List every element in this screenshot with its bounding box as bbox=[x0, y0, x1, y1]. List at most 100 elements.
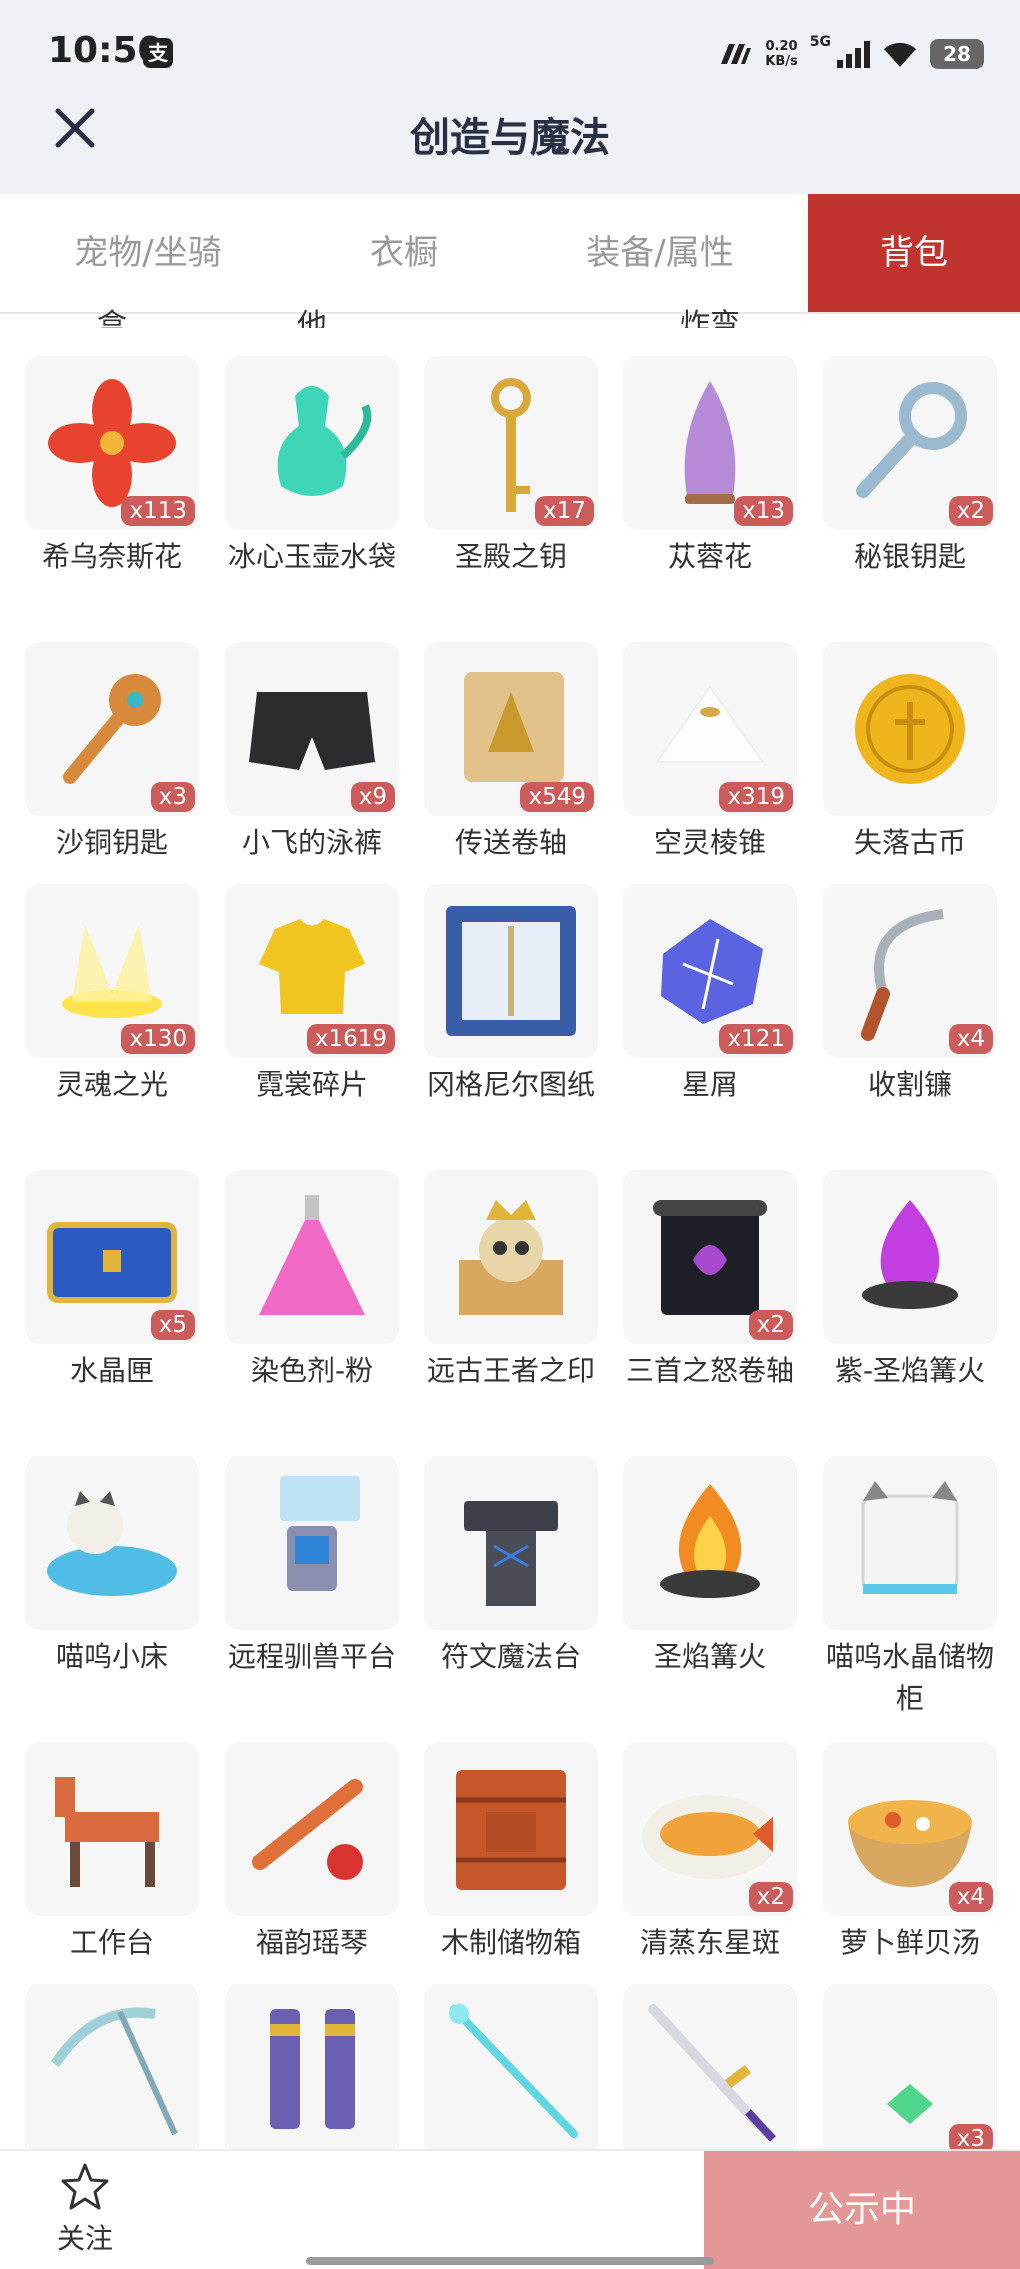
item-name: 圣殿之钥 bbox=[454, 540, 567, 573]
item-tile: x9 bbox=[225, 642, 399, 816]
cat-cabinet-icon bbox=[861, 1481, 959, 1594]
item-cell[interactable]: x4 收割镰 bbox=[823, 884, 997, 1106]
item-cell[interactable]: x9 小飞的泳裤 bbox=[225, 642, 399, 864]
item-tile bbox=[225, 1742, 399, 1916]
cat-bed-icon bbox=[47, 1491, 177, 1596]
item-tile bbox=[225, 1456, 399, 1630]
backpack-grid: x113 希乌奈斯花 冰心玉壶水袋 x17 圣殿之钥 x13 苁蓉花 x2 秘银… bbox=[0, 314, 1020, 2149]
item-cell[interactable]: 福韵瑶琴 bbox=[225, 1742, 399, 1964]
item-cell[interactable]: 木制储物箱 bbox=[424, 1742, 598, 1964]
item-cell[interactable]: 符文魔法台 bbox=[424, 1456, 598, 1678]
follow-button[interactable]: 关注 bbox=[40, 2161, 130, 2257]
workbench-icon bbox=[55, 1777, 159, 1887]
home-indicator[interactable] bbox=[306, 2257, 714, 2265]
item-cell[interactable]: x549 传送卷轴 bbox=[424, 642, 598, 864]
item-cell[interactable]: 冰心玉壶水袋 bbox=[225, 356, 399, 578]
item-cell[interactable]: x121 星屑 bbox=[623, 884, 797, 1106]
item-name: 喵呜水晶储物柜 bbox=[825, 1640, 994, 1715]
item-tile: x13 bbox=[623, 356, 797, 530]
item-tile: x549 bbox=[424, 642, 598, 816]
item-cell[interactable]: 失落古币 bbox=[823, 642, 997, 864]
item-tile: x17 bbox=[424, 356, 598, 530]
item-cell[interactable]: x3 沙铜钥匙 bbox=[25, 642, 199, 864]
item-quantity: x1619 bbox=[306, 1024, 395, 1054]
item-cell[interactable]: x4 萝卜鲜贝汤 bbox=[823, 1742, 997, 1964]
item-cell[interactable]: 喵呜水晶储物柜 bbox=[823, 1456, 997, 1720]
public-notice-button[interactable]: 公示中 bbox=[704, 2151, 1020, 2269]
item-name: 木制储物箱 bbox=[440, 1926, 581, 1959]
follow-label: 关注 bbox=[56, 2222, 113, 2255]
tab-wardrobe[interactable]: 衣橱 bbox=[296, 194, 512, 312]
item-tile: x319 bbox=[623, 642, 797, 816]
item-quantity: x2 bbox=[748, 1882, 793, 1912]
item-tile: x121 bbox=[623, 884, 797, 1058]
item-cell[interactable] bbox=[25, 1984, 199, 2149]
item-tile bbox=[424, 1984, 598, 2149]
wifi-icon bbox=[884, 42, 916, 67]
taming-platform-icon bbox=[280, 1476, 360, 1591]
item-name: 霓裳碎片 bbox=[255, 1068, 368, 1101]
item-cell[interactable] bbox=[623, 1984, 797, 2149]
item-cell[interactable]: 圣焰篝火 bbox=[623, 1456, 797, 1678]
pink-dye-icon bbox=[259, 1195, 365, 1315]
item-cell[interactable]: x1619 霓裳碎片 bbox=[225, 884, 399, 1106]
item-tile bbox=[623, 1984, 797, 2149]
network-speed-unit: KB/s bbox=[765, 54, 798, 69]
item-tile: x3 bbox=[25, 642, 199, 816]
bonfire-icon bbox=[660, 1484, 760, 1598]
item-name: 苁蓉花 bbox=[667, 540, 752, 573]
item-cell[interactable] bbox=[424, 1984, 598, 2149]
golden-boots-icon bbox=[270, 2009, 355, 2129]
item-cell[interactable]: x17 圣殿之钥 bbox=[424, 356, 598, 578]
item-tile: x4 bbox=[823, 1742, 997, 1916]
item-cell[interactable]: x113 希乌奈斯花 bbox=[25, 356, 199, 578]
item-cell[interactable]: x13 苁蓉花 bbox=[623, 356, 797, 578]
item-cell[interactable]: x5 水晶匣 bbox=[25, 1170, 199, 1392]
item-cell[interactable]: 紫-圣焰篝火 bbox=[823, 1170, 997, 1392]
item-cell[interactable]: 远程驯兽平台 bbox=[225, 1456, 399, 1678]
item-name: 星屑 bbox=[681, 1068, 738, 1101]
skull-crown-icon bbox=[459, 1200, 563, 1315]
item-name: 符文魔法台 bbox=[440, 1640, 581, 1673]
item-tile bbox=[25, 1456, 199, 1630]
tab-pets-mounts[interactable]: 宠物/坐骑 bbox=[0, 194, 296, 312]
item-cell[interactable] bbox=[225, 1984, 399, 2149]
item-quantity: x130 bbox=[121, 1024, 195, 1054]
item-tile: x3 bbox=[823, 1984, 997, 2149]
item-name: 三首之怒卷轴 bbox=[625, 1354, 794, 1387]
item-tile: x1619 bbox=[225, 884, 399, 1058]
item-quantity: x2 bbox=[748, 1310, 793, 1340]
tab-backpack[interactable]: 背包 bbox=[808, 194, 1020, 312]
item-tile: x2 bbox=[623, 1170, 797, 1344]
item-cell[interactable]: 工作台 bbox=[25, 1742, 199, 1964]
item-cell[interactable]: 远古王者之印 bbox=[424, 1170, 598, 1392]
item-quantity: x121 bbox=[719, 1024, 793, 1054]
item-tile: x2 bbox=[823, 356, 997, 530]
tab-equipment[interactable]: 装备/属性 bbox=[512, 194, 808, 312]
item-cell[interactable]: x2 清蒸东星斑 bbox=[623, 1742, 797, 1964]
sword-icon bbox=[648, 2004, 776, 2142]
item-cell[interactable]: x319 空灵棱锥 bbox=[623, 642, 797, 864]
item-name: 圣焰篝火 bbox=[653, 1640, 766, 1673]
item-cell[interactable]: x130 灵魂之光 bbox=[25, 884, 199, 1106]
network-speed-value: 0.20 bbox=[765, 39, 798, 54]
item-tile: x130 bbox=[25, 884, 199, 1058]
item-tile bbox=[823, 1456, 997, 1630]
item-cell[interactable]: x2 秘银钥匙 bbox=[823, 356, 997, 578]
pay-app-icon: 支 bbox=[143, 38, 173, 68]
item-name: 收割镰 bbox=[867, 1068, 952, 1101]
tab-bar: 宠物/坐骑 衣橱 装备/属性 背包 bbox=[0, 194, 1020, 314]
item-cell[interactable]: 冈格尼尔图纸 bbox=[424, 884, 598, 1106]
item-tile bbox=[424, 1170, 598, 1344]
item-cell[interactable]: 染色剂-粉 bbox=[225, 1170, 399, 1392]
item-name: 冈格尼尔图纸 bbox=[426, 1068, 595, 1101]
item-cell[interactable]: x3 bbox=[823, 1984, 997, 2149]
item-name: 失落古币 bbox=[853, 826, 966, 859]
item-cell[interactable]: x2 三首之怒卷轴 bbox=[623, 1170, 797, 1392]
purple-bonfire-icon bbox=[862, 1200, 958, 1309]
item-quantity: x9 bbox=[350, 782, 395, 812]
item-name: 工作台 bbox=[69, 1926, 154, 1959]
item-name: 紫-圣焰篝火 bbox=[834, 1354, 986, 1387]
item-tile bbox=[25, 1742, 199, 1916]
item-cell[interactable]: 喵呜小床 bbox=[25, 1456, 199, 1678]
